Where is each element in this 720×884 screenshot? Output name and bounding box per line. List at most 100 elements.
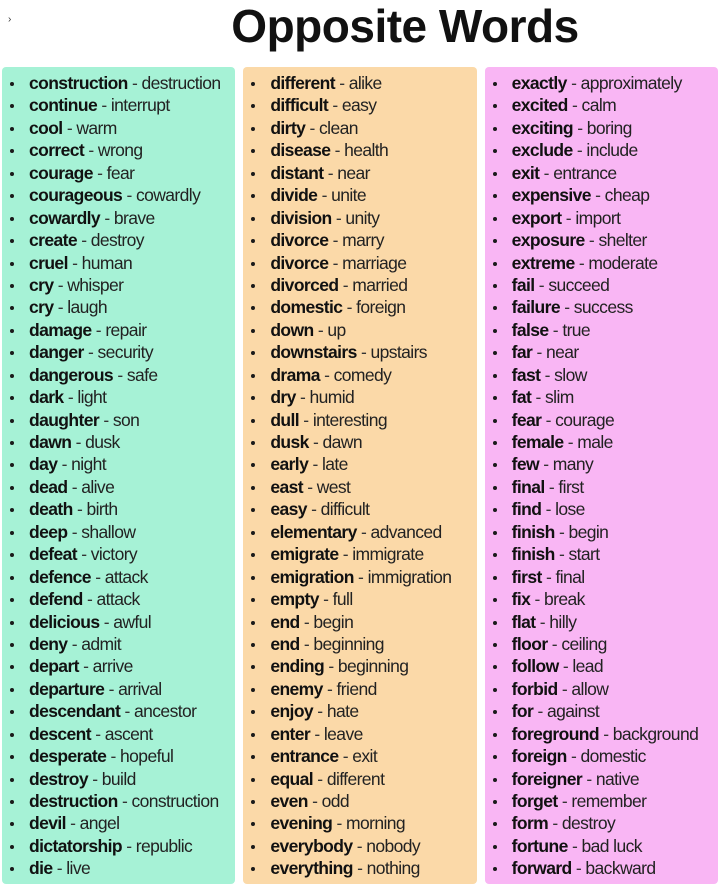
pair-separator: - <box>120 701 135 722</box>
pair-separator: - <box>322 678 337 699</box>
word: deep <box>29 521 68 542</box>
word: end <box>270 633 300 654</box>
word-pair-item: dull - interesting <box>243 409 476 431</box>
opposite-word: domestic <box>580 746 647 767</box>
opposite-word: male <box>577 432 613 452</box>
word-pair-item: defeat - victory <box>2 543 235 565</box>
opposite-word: human <box>81 252 133 273</box>
pair-separator: - <box>533 701 547 722</box>
opposite-word: begin <box>313 611 354 632</box>
word-pair-item: divide - unite <box>243 184 476 206</box>
word: different <box>270 73 335 93</box>
pair-separator: - <box>566 73 581 93</box>
opposite-word: fear <box>106 162 135 183</box>
pair-separator: - <box>590 185 605 206</box>
opposite-word: background <box>612 723 699 744</box>
word: forbid <box>511 678 559 699</box>
word-pair-item: dark - light <box>2 386 235 408</box>
word: empty <box>270 589 319 610</box>
word-pair-item: dawn - dusk <box>2 431 235 453</box>
word-pair-item: down - up <box>243 319 476 341</box>
word: dusk <box>270 432 309 452</box>
word: cry <box>29 274 54 295</box>
word: descendant <box>29 701 121 722</box>
word: divorce <box>270 252 329 273</box>
pair-separator: - <box>57 454 72 475</box>
pair-separator: - <box>67 252 82 273</box>
word: difficult <box>270 95 329 116</box>
pair-separator: - <box>540 364 555 385</box>
word-pair-item: extreme - moderate <box>485 252 718 274</box>
word: devil <box>29 813 66 834</box>
pair-separator: - <box>299 611 314 632</box>
pair-separator: - <box>113 364 127 385</box>
word-pair-item: dangerous - safe <box>2 364 235 386</box>
pair-separator: - <box>313 768 327 789</box>
pair-separator: - <box>548 319 563 340</box>
word: exactly <box>511 73 568 93</box>
pair-separator: - <box>97 95 111 116</box>
word-pair-item: dry - humid <box>243 386 476 408</box>
opposite-word: comedy <box>333 364 392 385</box>
word: distant <box>270 162 324 183</box>
word: courageous <box>29 185 123 206</box>
opposite-word: slim <box>545 387 574 408</box>
word: exclude <box>511 140 574 161</box>
word-pair-item: ending - beginning <box>243 655 476 677</box>
pair-separator: - <box>90 566 105 587</box>
word: cruel <box>29 252 68 273</box>
pair-separator: - <box>78 656 93 677</box>
word: cowardly <box>29 207 101 228</box>
opposite-word: lose <box>555 499 585 520</box>
word: failure <box>511 297 561 318</box>
word: desperate <box>29 746 107 767</box>
word: emigrate <box>270 544 339 565</box>
column-3: exactly - approximately excited - calm exc… <box>484 67 718 884</box>
pair-separator: - <box>532 342 546 363</box>
pair-separator: - <box>554 544 569 565</box>
opposite-word: hate <box>326 701 359 722</box>
pair-separator: - <box>90 723 105 744</box>
opposite-word: laugh <box>67 297 108 318</box>
word: divide <box>270 185 318 206</box>
pair-separator: - <box>72 499 87 520</box>
word-pair-list: construction - destruction continue - int… <box>2 72 235 880</box>
pair-separator: - <box>52 858 67 879</box>
pair-separator: - <box>559 297 574 318</box>
word: exit <box>511 162 540 183</box>
opposite-word: entrance <box>553 162 617 183</box>
pair-separator: - <box>328 252 343 273</box>
pair-separator: - <box>313 701 327 722</box>
word-pair-item: exciting - boring <box>485 117 718 139</box>
pair-separator: - <box>332 813 347 834</box>
pair-separator: - <box>539 454 553 475</box>
pair-separator: - <box>99 611 114 632</box>
opposite-word: son <box>112 409 140 430</box>
opposite-word: construction <box>131 791 219 811</box>
pair-separator: - <box>76 230 91 251</box>
column-2: different - alike difficult - easy dirty -… <box>243 67 477 884</box>
word: dangerous <box>29 364 114 385</box>
pair-separator: - <box>91 319 106 340</box>
word-pair-item: damage - repair <box>2 319 235 341</box>
opposite-word: interrupt <box>110 95 170 116</box>
word: end <box>270 611 300 632</box>
opposite-word: ceiling <box>561 633 607 654</box>
opposite-word: start <box>568 544 601 565</box>
opposite-word: near <box>337 162 370 183</box>
opposite-word: final <box>555 566 585 587</box>
opposite-word: slow <box>554 364 587 385</box>
pair-separator: - <box>353 566 368 587</box>
word: fix <box>511 589 531 610</box>
opposite-word: foreign <box>356 297 406 318</box>
pair-separator: - <box>567 835 582 856</box>
word: finish <box>511 521 556 542</box>
opposite-word: courage <box>555 409 615 430</box>
pair-separator: - <box>76 544 91 565</box>
opposite-word: alive <box>81 476 115 497</box>
word-pair-item: fail - succeed <box>485 274 718 296</box>
word-pair-item: dirty - clean <box>243 117 476 139</box>
pair-separator: - <box>82 589 97 610</box>
opposite-word: attack <box>96 589 141 610</box>
pair-separator: - <box>567 95 582 116</box>
